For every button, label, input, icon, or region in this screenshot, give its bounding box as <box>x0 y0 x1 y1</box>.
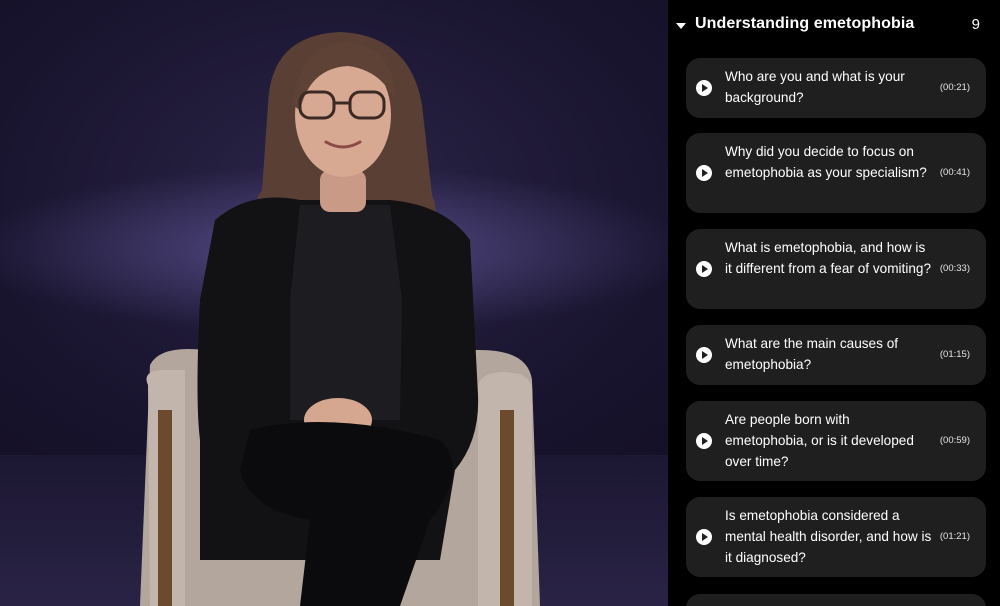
section-header[interactable]: Understanding emetophobia 9 <box>668 0 1000 50</box>
duration-label: (01:15) <box>939 349 970 360</box>
question-text: Who are you and what is your background? <box>725 69 905 105</box>
duration-label: (01:21) <box>939 531 970 542</box>
question-text: What are the main causes of emetophobia? <box>725 336 899 372</box>
play-circle-icon[interactable] <box>696 529 712 545</box>
play-circle-icon[interactable] <box>696 261 712 277</box>
question-text: Is emetophobia considered a mental healt… <box>725 508 932 565</box>
play-circle-icon[interactable] <box>696 165 712 181</box>
playlist-item[interactable]: Why did you decide to focus on emetophob… <box>686 133 986 213</box>
duration-label: (00:21) <box>939 82 970 93</box>
section-count: 9 <box>971 16 980 33</box>
question-text: Are people born with emetophobia, or is … <box>725 412 914 469</box>
play-circle-icon[interactable] <box>696 433 712 449</box>
question-text: What is emetophobia, and how is it diffe… <box>725 240 932 276</box>
section-title: Understanding emetophobia <box>695 15 915 32</box>
playlist-item[interactable]: What are the main causes of emetophobia?… <box>686 325 986 385</box>
playlist-item[interactable]: What is emetophobia, and how is it diffe… <box>686 229 986 309</box>
question-text: Why did you decide to focus on emetophob… <box>725 144 927 180</box>
playlist-item[interactable]: Are people born with emetophobia, or is … <box>686 401 986 481</box>
duration-label: (00:59) <box>939 435 970 446</box>
playlist-panel: Understanding emetophobia 9 Who are you … <box>668 0 1000 606</box>
playlist-item[interactable]: Is emetophobia considered a mental healt… <box>686 497 986 577</box>
play-circle-icon[interactable] <box>696 347 712 363</box>
play-circle-icon[interactable] <box>696 80 712 96</box>
video-frame-illustration <box>140 32 540 606</box>
duration-label: (00:33) <box>939 263 970 274</box>
duration-label: (00:41) <box>939 167 970 178</box>
playlist-item-partial[interactable] <box>686 594 986 606</box>
video-player[interactable] <box>0 0 668 606</box>
caret-down-icon[interactable] <box>676 23 686 29</box>
playlist-item[interactable]: Who are you and what is your background?… <box>686 58 986 118</box>
